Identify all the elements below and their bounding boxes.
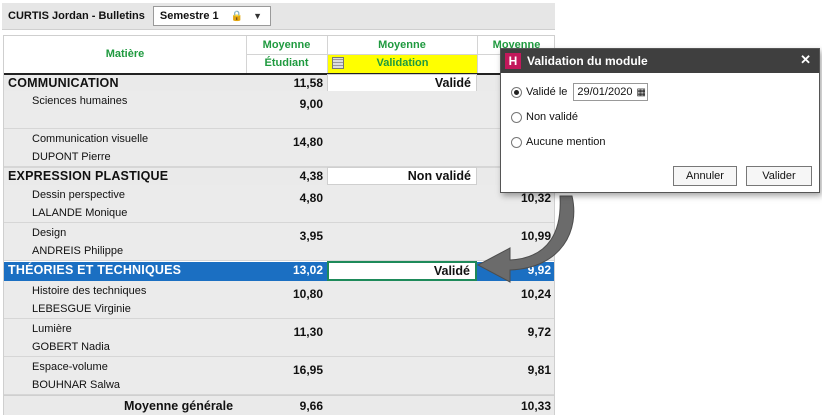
subject-row[interactable]: Espace-volume BOUHNAR Salwa 16,95 9,81	[4, 357, 554, 395]
subject-promo-average: 9,81	[527, 363, 551, 377]
teacher-name: DUPONT Pierre	[32, 151, 111, 163]
module-row[interactable]: EXPRESSION PLASTIQUE 4,38 Non validé	[4, 167, 554, 185]
period-value: Semestre 1	[159, 10, 219, 22]
date-value: 29/01/2020	[577, 86, 633, 98]
chevron-down-icon: ▼	[253, 11, 262, 21]
subject-average: 10,80	[292, 287, 323, 301]
radio-validated[interactable]: Validé le 29/01/2020 ▦	[511, 83, 649, 101]
col-moyenne-etudiant-bottom: Étudiant	[264, 57, 309, 69]
module-validation-dialog: H Validation du module ✕ Validé le 29/01…	[500, 48, 820, 193]
general-promo-average-value: 10,33	[520, 399, 551, 413]
validation-cell-active[interactable]: Validé	[327, 261, 477, 281]
cancel-button[interactable]: Annuler	[673, 166, 737, 186]
dialog-title: Validation du module	[527, 54, 648, 68]
module-average: 11,58	[293, 76, 323, 90]
subject-name: Histoire des techniques	[32, 285, 147, 297]
col-matiere-header: Matière	[105, 48, 145, 60]
teacher-name: LALANDE Monique	[32, 207, 128, 219]
radio-validated-label: Validé le	[526, 86, 568, 98]
general-average-row: Moyenne générale 9,66 10,33	[4, 395, 554, 415]
subject-average: 16,95	[292, 363, 323, 377]
calendar-icon[interactable]: ▦	[636, 87, 645, 98]
subject-average: 9,00	[299, 97, 323, 111]
subject-row[interactable]: Sciences humaines 9,00	[4, 91, 554, 129]
subject-average: 4,80	[299, 191, 323, 205]
general-average-label: Moyenne générale	[124, 399, 234, 413]
top-bar: CURTIS Jordan - Bulletins Semestre 1 🔒 ▼	[2, 3, 555, 30]
radio-no-mention[interactable]: Aucune mention	[511, 136, 606, 148]
validation-value: Non validé	[407, 169, 471, 183]
col-moyenne-etudiant-top: Moyenne	[262, 39, 311, 51]
col-validation-header[interactable]: Validation	[328, 55, 477, 73]
radio-button-checked[interactable]	[511, 86, 522, 98]
module-average: 4,38	[299, 169, 323, 183]
module-name: COMMUNICATION	[8, 76, 119, 90]
subject-row[interactable]: Lumière GOBERT Nadia 11,30 9,72	[4, 319, 554, 357]
grid-header: Matière Moyenne Étudiant Moyenne Validat…	[4, 35, 554, 74]
period-select[interactable]: Semestre 1 🔒 ▼	[152, 6, 271, 26]
radio-not-validated-label: Non validé	[526, 111, 578, 123]
subject-row[interactable]: Communication visuelle DUPONT Pierre 14,…	[4, 129, 554, 167]
teacher-name: LEBESGUE Virginie	[32, 303, 131, 315]
validation-date-field[interactable]: 29/01/2020 ▦	[573, 83, 649, 101]
subject-average: 11,30	[293, 325, 323, 339]
subject-name: Design	[32, 227, 67, 239]
validation-value: Validé	[433, 264, 470, 278]
col-validation-bottom: Validation	[376, 57, 429, 69]
teacher-name: ANDREIS Philippe	[32, 245, 124, 257]
validate-button[interactable]: Valider	[746, 166, 812, 186]
module-name: EXPRESSION PLASTIQUE	[8, 169, 169, 183]
validation-value: Validé	[434, 76, 471, 90]
module-name: THÉORIES ET TECHNIQUES	[8, 263, 182, 277]
subject-name: Dessin perspective	[32, 189, 125, 201]
student-title: CURTIS Jordan - Bulletins	[8, 10, 145, 22]
general-average-value: 9,66	[299, 399, 323, 413]
subject-name: Lumière	[32, 323, 72, 335]
radio-button[interactable]	[511, 136, 522, 148]
col-validation-top: Moyenne	[378, 39, 426, 51]
dialog-title-bar: H Validation du module ✕	[501, 49, 819, 73]
lock-icon: 🔒	[230, 10, 244, 22]
radio-no-mention-label: Aucune mention	[526, 136, 606, 148]
app-logo-icon: H	[505, 53, 521, 69]
teacher-name: GOBERT Nadia	[32, 341, 110, 353]
module-row[interactable]: COMMUNICATION 11,58 Validé	[4, 73, 554, 92]
close-icon[interactable]: ✕	[800, 52, 811, 68]
radio-button[interactable]	[511, 111, 522, 123]
subject-average: 14,80	[292, 135, 323, 149]
subject-name: Sciences humaines	[32, 95, 128, 107]
subject-promo-average: 9,72	[527, 325, 551, 339]
validation-cell[interactable]: Non validé	[327, 167, 477, 185]
callout-arrow	[476, 195, 575, 283]
validation-cell[interactable]: Validé	[327, 74, 477, 92]
module-average: 13,02	[292, 263, 323, 277]
subject-average: 3,95	[299, 229, 323, 243]
teacher-name: BOUHNAR Salwa	[32, 379, 121, 391]
subject-name: Communication visuelle	[32, 133, 149, 145]
subject-name: Espace-volume	[32, 361, 108, 373]
radio-not-validated[interactable]: Non validé	[511, 111, 578, 123]
